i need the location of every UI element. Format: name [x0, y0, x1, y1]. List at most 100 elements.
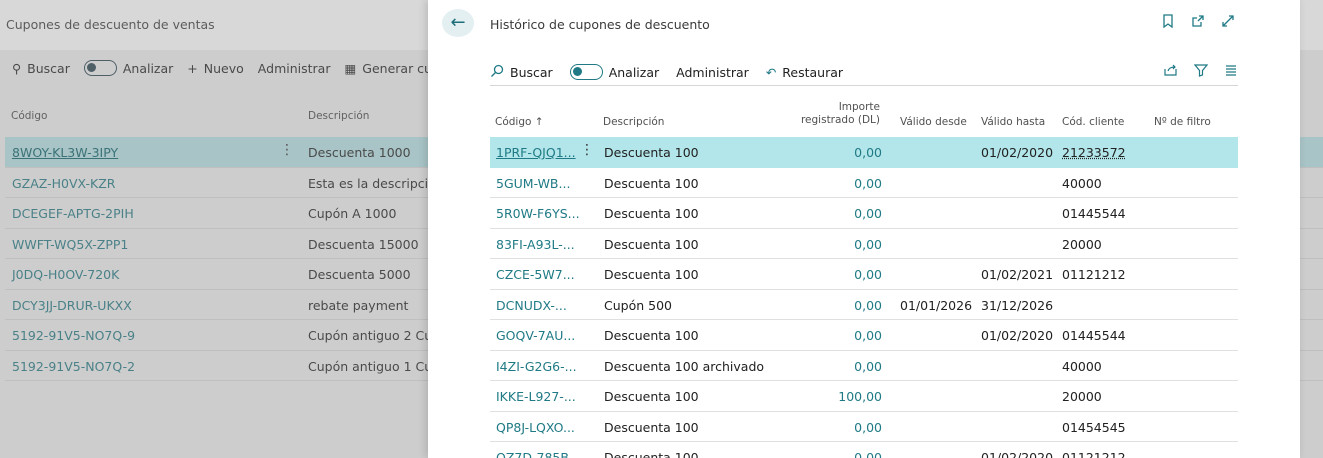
table-row[interactable]: QZ7D-785B... Descuenta 100 0,00 01/02/20…: [490, 442, 1238, 458]
bg-manage-button[interactable]: Administrar: [258, 61, 331, 76]
bg-table-row[interactable]: 5192-91V5-NO7Q-2 Cupón antiguo 1 Cup: [5, 351, 440, 381]
expand-icon[interactable]: [1220, 14, 1236, 32]
bg-analyze-toggle[interactable]: Analizar: [83, 60, 173, 76]
row-code[interactable]: CZCE-5W7...: [496, 267, 575, 282]
row-code[interactable]: I4ZI-G2G6-...: [496, 359, 577, 374]
bg-row-description: rebate payment: [308, 297, 409, 313]
bg-search-button[interactable]: ⚲ Buscar: [12, 61, 70, 76]
bg-row-edge: [1300, 290, 1323, 320]
table-row[interactable]: 1PRF-QJQ1... ⋮ Descuenta 100 0,00 01/02/…: [490, 137, 1238, 168]
toggle-switch[interactable]: [569, 64, 603, 80]
row-amount[interactable]: 0,00: [820, 420, 882, 435]
column-amount-line2: registrado (DL): [800, 114, 880, 126]
open-new-window-icon[interactable]: [1190, 14, 1206, 32]
row-amount[interactable]: 0,00: [820, 450, 882, 458]
row-amount[interactable]: 0,00: [820, 298, 882, 313]
table-row[interactable]: QP8J-LQXO... Descuenta 100 0,00 01454545: [490, 412, 1238, 442]
column-description[interactable]: Descripción: [603, 116, 664, 129]
manage-button[interactable]: Administrar: [676, 65, 749, 80]
bg-new-button[interactable]: + Nuevo: [187, 61, 244, 76]
column-code[interactable]: Código ↑: [495, 116, 544, 129]
more-options-icon[interactable]: ⋮: [280, 142, 294, 158]
toolbar-right-icons: [1163, 63, 1238, 81]
row-customer: 01445544: [1062, 206, 1126, 221]
table-row[interactable]: 83FI-A93L-... Descuenta 100 0,00 20000: [490, 229, 1238, 259]
bg-row-code[interactable]: GZAZ-H0VX-KZR: [12, 176, 115, 191]
row-amount[interactable]: 0,00: [820, 237, 882, 252]
analyze-toggle[interactable]: Analizar: [569, 64, 659, 80]
row-customer[interactable]: 21233572: [1062, 145, 1126, 160]
bg-table-row[interactable]: GZAZ-H0VX-KZR Esta es la descripción: [5, 168, 444, 198]
row-customer: 40000: [1062, 358, 1102, 374]
share-icon[interactable]: [1163, 63, 1178, 81]
row-customer: 20000: [1062, 236, 1102, 252]
bg-table-row[interactable]: 8WOY-KL3W-3IPY ⋮ Descuenta 1000: [5, 137, 435, 168]
column-customer[interactable]: Cód. cliente: [1062, 116, 1124, 129]
table-row[interactable]: CZCE-5W7... Descuenta 100 0,00 01/02/202…: [490, 259, 1238, 290]
back-button[interactable]: ←: [442, 9, 474, 37]
bg-row-description: Cupón antiguo 2 Cup: [308, 328, 441, 343]
list-view-icon[interactable]: [1224, 63, 1238, 81]
column-valid-to[interactable]: Válido hasta: [981, 116, 1045, 129]
bg-table-row[interactable]: WWFT-WQ5X-ZPP1 Descuenta 15000: [5, 229, 435, 259]
row-description: Descuenta 100: [604, 267, 699, 282]
background-action-bar: ⚲ Buscar Analizar + Nuevo Administrar ▦ …: [12, 60, 448, 76]
row-amount[interactable]: 0,00: [820, 267, 882, 282]
bg-new-label: Nuevo: [203, 60, 244, 76]
search-label: Buscar: [510, 64, 553, 80]
row-amount[interactable]: 0,00: [820, 145, 882, 160]
column-amount[interactable]: Importe registrado (DL): [790, 101, 880, 127]
row-code[interactable]: GOQV-7AU...: [496, 328, 575, 343]
row-amount[interactable]: 0,00: [820, 206, 882, 221]
row-amount[interactable]: 0,00: [820, 359, 882, 374]
search-button[interactable]: Buscar: [490, 64, 553, 81]
row-code[interactable]: QZ7D-785B...: [496, 450, 581, 458]
row-code[interactable]: 5GUM-WB...: [496, 176, 570, 191]
row-code[interactable]: 83FI-A93L-...: [496, 237, 575, 252]
background-page-title: Cupones de descuento de ventas: [6, 17, 215, 32]
row-code[interactable]: IKKE-L927-...: [496, 389, 576, 404]
row-code[interactable]: 5R0W-F6YS...: [496, 206, 580, 221]
row-amount[interactable]: 100,00: [820, 389, 882, 404]
bg-row-code[interactable]: 5192-91V5-NO7Q-2: [12, 359, 135, 374]
table-row[interactable]: I4ZI-G2G6-... Descuenta 100 archivado 0,…: [490, 351, 1238, 381]
bg-column-code[interactable]: Código: [11, 110, 47, 122]
bg-row-edge: [1300, 168, 1323, 198]
bg-table-row[interactable]: DCEGEF-APTG-2PIH Cupón A 1000: [5, 198, 435, 229]
table-row[interactable]: 5R0W-F6YS... Descuenta 100 0,00 01445544: [490, 198, 1238, 229]
bg-table-row[interactable]: J0DQ-H0OV-720K Descuenta 5000: [5, 259, 435, 290]
filter-icon[interactable]: [1193, 63, 1209, 81]
bg-row-code[interactable]: 8WOY-KL3W-3IPY: [12, 145, 118, 160]
table-row[interactable]: IKKE-L927-... Descuenta 100 100,00 20000: [490, 381, 1238, 412]
row-amount[interactable]: 0,00: [820, 176, 882, 191]
bg-row-code[interactable]: 5192-91V5-NO7Q-9: [12, 328, 135, 343]
row-code[interactable]: DCNUDX-...: [496, 298, 567, 313]
dialog-action-bar: Buscar Analizar Administrar ↶ Restaurar: [490, 59, 1238, 85]
bg-table-row[interactable]: DCY3JJ-DRUR-UKXX rebate payment: [5, 290, 435, 320]
bg-column-description[interactable]: Descripción: [308, 110, 369, 122]
row-amount[interactable]: 0,00: [820, 328, 882, 343]
row-description: Descuenta 100 archivado: [604, 358, 765, 374]
column-filter-no[interactable]: Nº de filtro: [1154, 116, 1211, 129]
row-code[interactable]: 1PRF-QJQ1...: [496, 145, 576, 160]
bg-table-row[interactable]: 5192-91V5-NO7Q-9 Cupón antiguo 2 Cup: [5, 320, 440, 351]
table-row[interactable]: 5GUM-WB... Descuenta 100 0,00 40000: [490, 168, 1238, 198]
bg-manage-label: Administrar: [257, 60, 331, 76]
bg-row-code[interactable]: WWFT-WQ5X-ZPP1: [12, 237, 128, 252]
bg-row-code[interactable]: DCEGEF-APTG-2PIH: [12, 206, 134, 221]
row-code[interactable]: QP8J-LQXO...: [496, 420, 575, 435]
dialog-title: Histórico de cupones de descuento: [490, 17, 710, 32]
bookmark-icon[interactable]: [1160, 14, 1176, 32]
row-customer: 40000: [1062, 175, 1102, 191]
table-row[interactable]: DCNUDX-... Cupón 500 0,00 01/01/2026 31/…: [490, 290, 1238, 320]
row-description: Descuenta 100: [604, 450, 699, 458]
column-valid-from[interactable]: Válido desde: [900, 116, 967, 129]
more-options-icon[interactable]: ⋮: [580, 142, 594, 158]
bg-row-code[interactable]: DCY3JJ-DRUR-UKXX: [12, 298, 132, 313]
bg-row-code[interactable]: J0DQ-H0OV-720K: [12, 267, 119, 282]
restore-button[interactable]: ↶ Restaurar: [766, 65, 843, 80]
toggle-switch[interactable]: [83, 60, 117, 76]
bg-generate-button[interactable]: ▦ Generar cup: [344, 61, 439, 76]
row-description: Cupón 500: [604, 297, 672, 313]
table-row[interactable]: GOQV-7AU... Descuenta 100 0,00 01/02/202…: [490, 320, 1238, 351]
